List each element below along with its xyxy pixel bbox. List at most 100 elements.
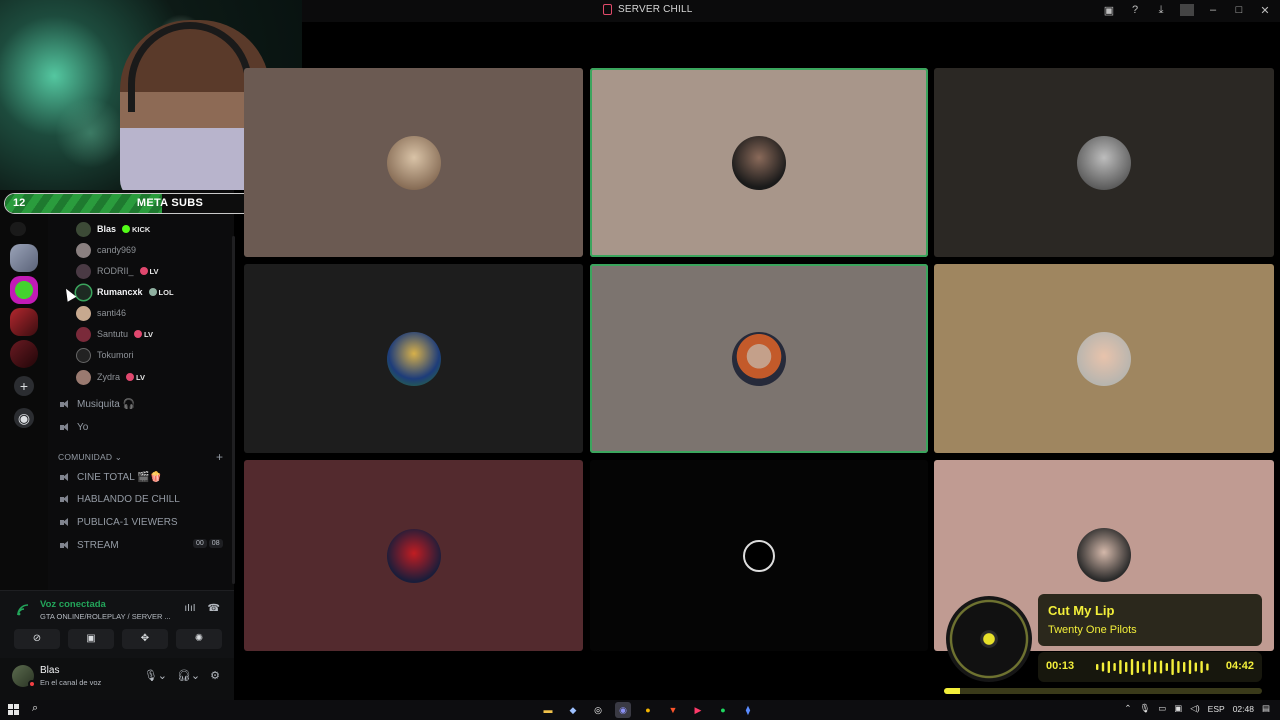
voice-user-row[interactable]: Zydra LV xyxy=(76,367,145,387)
heartagram-icon xyxy=(743,539,775,572)
voice-user-row[interactable]: Blas KICK xyxy=(76,219,150,239)
waveform-bar xyxy=(1177,661,1180,673)
camera-off-button[interactable]: ⊘ xyxy=(14,629,60,649)
avatar xyxy=(76,242,91,258)
server-icon[interactable] xyxy=(10,244,38,272)
current-time: 00:13 xyxy=(1046,660,1075,672)
user-tag-text: KICK xyxy=(132,224,151,234)
clock[interactable]: 02:48 xyxy=(1233,704,1254,714)
voice-user-row[interactable]: Tokumori xyxy=(76,345,134,365)
waveform-bar xyxy=(1101,662,1105,672)
voice-channel-yo[interactable]: Yo xyxy=(60,418,88,436)
avatar xyxy=(76,326,91,342)
participant-tile-speaking[interactable] xyxy=(590,264,928,453)
waveform-bar xyxy=(1194,662,1197,672)
user-panel: Blas En el canal de voz 🎙︎⌄ 🎧︎⌄ ⚙ xyxy=(0,658,234,700)
voice-channel-path[interactable]: GTA ONLINE/ROLEPLAY / SERVER ... xyxy=(40,612,171,621)
server-icon[interactable] xyxy=(10,276,38,304)
chevron-up-icon[interactable]: ⌃ xyxy=(1124,703,1131,714)
voice-user-name: Tokumori xyxy=(97,350,134,360)
noise-suppression-icon[interactable]: ıIıI xyxy=(184,603,195,614)
badge-count: 00 xyxy=(193,539,207,548)
volume-icon[interactable]: ◁) xyxy=(1190,703,1199,714)
song-artist: Twenty One Pilots xyxy=(1048,624,1137,636)
user-tag-text: LV xyxy=(136,372,146,382)
media-player-icon[interactable]: ▶ xyxy=(690,702,706,718)
voice-channel-publica[interactable]: PUBLICA-1 VIEWERS xyxy=(60,513,178,531)
chrome-icon[interactable]: ● xyxy=(640,702,656,718)
search-icon[interactable]: ⌕ xyxy=(32,702,38,715)
badge-limit: 08 xyxy=(208,539,223,548)
participant-avatar xyxy=(1077,135,1131,190)
voice-user-row[interactable]: santi46 xyxy=(76,303,126,323)
add-server-icon[interactable]: + xyxy=(14,376,34,396)
close-button[interactable]: ✕ xyxy=(1258,4,1272,17)
voice-user-row[interactable]: candy969 xyxy=(76,240,136,260)
inbox-icon[interactable]: ▣ xyxy=(1102,4,1116,17)
voice-user-row[interactable]: Santutu LV xyxy=(76,324,153,344)
microphone-tray-icon[interactable]: 🎙︎ xyxy=(1139,703,1150,714)
participant-tile[interactable] xyxy=(590,460,928,651)
heart-icon xyxy=(126,373,135,381)
voice-channel-hablando[interactable]: HABLANDO DE CHILL xyxy=(60,490,180,508)
voice-channel-musiquita[interactable]: Musiquita 🎧 xyxy=(60,395,135,413)
participant-avatar xyxy=(1077,528,1131,582)
language-indicator[interactable]: ESP xyxy=(1208,704,1225,714)
app-icon[interactable]: ⧫ xyxy=(740,702,756,718)
minimize-button[interactable]: – xyxy=(1206,4,1220,17)
add-channel-icon[interactable]: + xyxy=(216,450,223,464)
help-icon[interactable]: ? xyxy=(1128,4,1142,17)
channel-scrollbar[interactable] xyxy=(232,236,235,584)
voice-connected-panel: Voz conectada GTA ONLINE/ROLEPLAY / SERV… xyxy=(0,590,234,658)
network-icon[interactable]: ▣ xyxy=(1174,703,1182,714)
voice-user-name: Zydra xyxy=(97,372,121,382)
voice-user-row[interactable]: Rumancxk LOL xyxy=(76,282,174,302)
avatar xyxy=(76,263,91,279)
steam-icon[interactable]: ◆ xyxy=(565,702,581,718)
voice-status: Voz conectada xyxy=(40,599,106,610)
discord-icon[interactable]: ◉ xyxy=(615,702,631,718)
voice-user-name: Santutu xyxy=(97,329,129,339)
speaker-icon xyxy=(60,472,71,483)
obs-icon[interactable]: ◎ xyxy=(590,702,606,718)
server-icon[interactable] xyxy=(10,308,38,336)
signal-icon[interactable] xyxy=(16,603,30,617)
user-tag-text: LV xyxy=(149,266,159,276)
participant-tile[interactable] xyxy=(244,68,583,257)
server-icon-active[interactable] xyxy=(10,340,38,368)
file-explorer-icon[interactable]: ▬ xyxy=(540,702,556,718)
headphones-icon[interactable]: 🎧︎⌄ xyxy=(177,669,200,682)
waveform-bar xyxy=(1148,659,1151,675)
voice-user-name: RODRII_ xyxy=(97,266,134,276)
maximize-button[interactable]: □ xyxy=(1232,4,1246,17)
screen-share-button[interactable]: ▣ xyxy=(68,629,114,649)
category-comunidad[interactable]: COMUNIDAD ⌄ xyxy=(58,452,122,463)
settings-gear-icon[interactable]: ⚙ xyxy=(210,669,220,682)
tray-app-icon[interactable]: ▭ xyxy=(1158,703,1166,714)
voice-channel-name: CINE TOTAL 🎬🍿 xyxy=(77,471,163,483)
participant-tile[interactable] xyxy=(934,264,1274,453)
explore-icon[interactable]: ◉ xyxy=(14,408,34,428)
participant-tile[interactable] xyxy=(934,68,1274,257)
download-icon[interactable]: ⤓ xyxy=(1154,4,1168,17)
participant-tile-speaking[interactable] xyxy=(590,68,928,257)
category-name: COMUNIDAD xyxy=(58,452,113,462)
participant-avatar xyxy=(386,528,441,583)
microphone-icon[interactable]: 🎙︎⌄ xyxy=(144,669,167,682)
voice-channel-stream[interactable]: STREAM xyxy=(60,536,119,554)
soundboard-button[interactable]: ✺ xyxy=(176,629,222,649)
voice-user-name: Blas xyxy=(97,224,117,234)
song-progress-bar xyxy=(944,688,1262,694)
activities-button[interactable]: ✥ xyxy=(122,629,168,649)
user-tag-text: LV xyxy=(144,329,154,339)
voice-channel-cine-total[interactable]: CINE TOTAL 🎬🍿 xyxy=(60,468,162,486)
disconnect-icon[interactable]: ☎ xyxy=(208,603,220,614)
participant-tile[interactable] xyxy=(244,460,583,651)
waveform-bar xyxy=(1142,662,1145,672)
windows-start-icon[interactable] xyxy=(8,704,19,715)
participant-tile[interactable] xyxy=(244,264,583,453)
brave-icon[interactable]: ▼ xyxy=(665,702,681,718)
notifications-icon[interactable]: ▤ xyxy=(1262,703,1270,714)
voice-user-row[interactable]: RODRII_ LV xyxy=(76,261,159,281)
spotify-icon[interactable]: ● xyxy=(715,702,731,718)
